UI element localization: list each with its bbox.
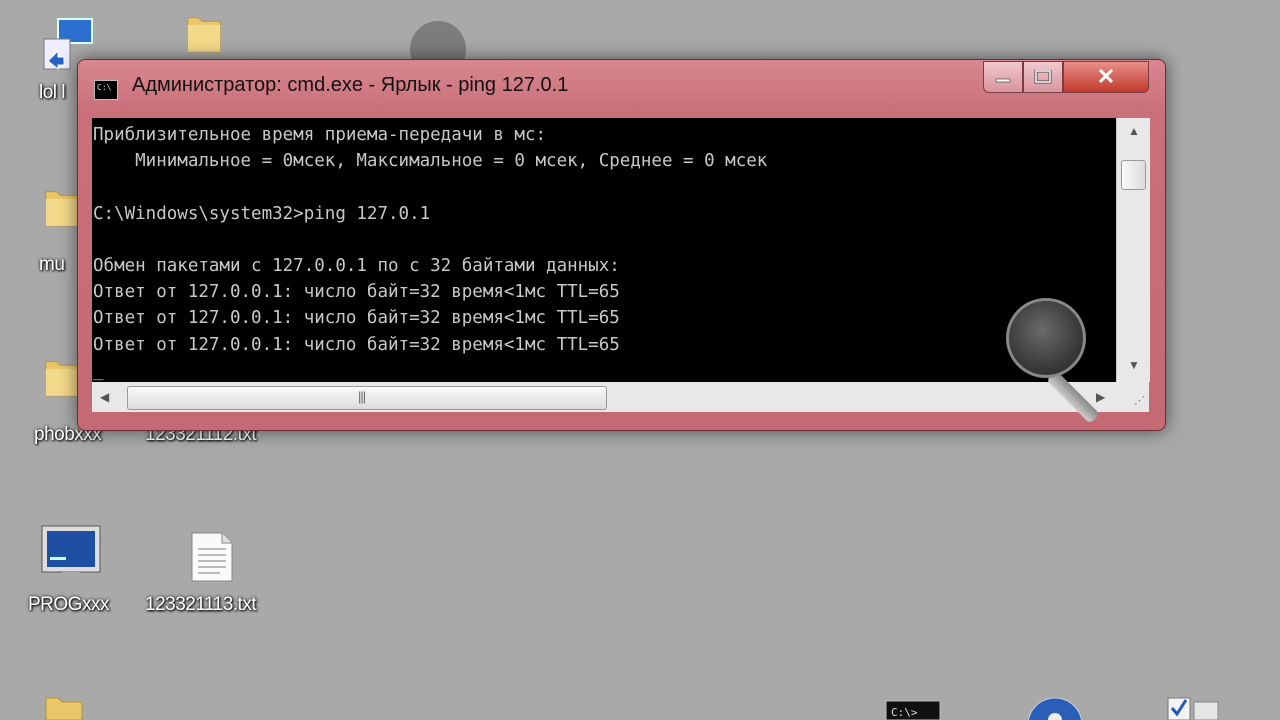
console-line: Ответ от 127.0.0.1: число байт=32 время<… [93,282,620,303]
desktop-icon-label: mu [39,254,65,275]
desktop-icon-label: PROGxxx [28,594,109,615]
console-text: Приблизительное время приема-передачи в … [92,118,1116,382]
desktop-icon-label: lol l [39,82,66,103]
console-line: Ответ от 127.0.0.1: число байт=32 время<… [93,308,620,329]
checklist-icon[interactable] [1166,696,1222,720]
cmd-icon: C:\ [94,80,118,100]
cmd-window[interactable]: C:\ Администратор: cmd.exe - Ярлык - pin… [77,59,1166,431]
program-icon [41,525,101,580]
close-button[interactable]: ✕ [1063,61,1149,93]
scroll-right-arrow-icon[interactable]: ▶ [1096,390,1105,404]
scroll-left-arrow-icon[interactable]: ◀ [100,390,109,404]
console-line: _ [93,360,104,381]
folder-icon [45,191,79,227]
minimize-button[interactable] [983,61,1023,93]
window-titlebar[interactable]: C:\ Администратор: cmd.exe - Ярлык - pin… [78,60,1165,118]
window-title: Администратор: cmd.exe - Ярлык - ping 12… [132,74,569,96]
folder-icon [45,361,79,397]
console-line: Ответ от 127.0.0.1: число байт=32 время<… [93,334,620,355]
settings-gear-icon[interactable] [1026,696,1084,720]
horizontal-scroll-thumb[interactable]: ||| [127,386,607,410]
console-line: C:\Windows\system32>ping 127.0.1 [93,203,431,224]
minimize-icon [995,78,1011,83]
folder-icon [187,17,221,53]
console-output[interactable]: Приблизительное время приема-передачи в … [92,118,1116,382]
resize-grip-icon: ⋰ [1134,395,1145,407]
vertical-scroll-thumb[interactable] [1121,160,1146,190]
maximize-icon [1034,70,1052,84]
console-taskbar-icon[interactable]: C:\> [885,700,941,720]
horizontal-scrollbar[interactable]: ◀ ||| ▶ [92,382,1116,412]
resize-grip[interactable]: ⋰ [1116,382,1149,412]
scroll-up-arrow-icon[interactable]: ▲ [1128,124,1140,138]
svg-text:C:\>: C:\> [891,706,918,719]
close-icon: ✕ [1096,64,1116,89]
desktop-icon-label: 123321113.txt [145,594,257,615]
scroll-down-arrow-icon[interactable]: ▼ [1128,358,1140,372]
folder-icon[interactable] [44,692,84,720]
text-file-icon [191,532,233,582]
vertical-scrollbar[interactable]: ▲ ▼ [1116,118,1150,382]
console-line: Приблизительное время приема-передачи в … [93,125,547,145]
console-line: Обмен пакетами с 127.0.0.1 по с 32 байта… [93,256,620,277]
magnifier-icon[interactable] [1006,298,1086,378]
thumb-grip-icon: ||| [358,389,366,404]
console-line: Минимальное = 0мсек, Максимальное = 0 мс… [93,151,768,172]
maximize-button[interactable] [1023,61,1063,93]
